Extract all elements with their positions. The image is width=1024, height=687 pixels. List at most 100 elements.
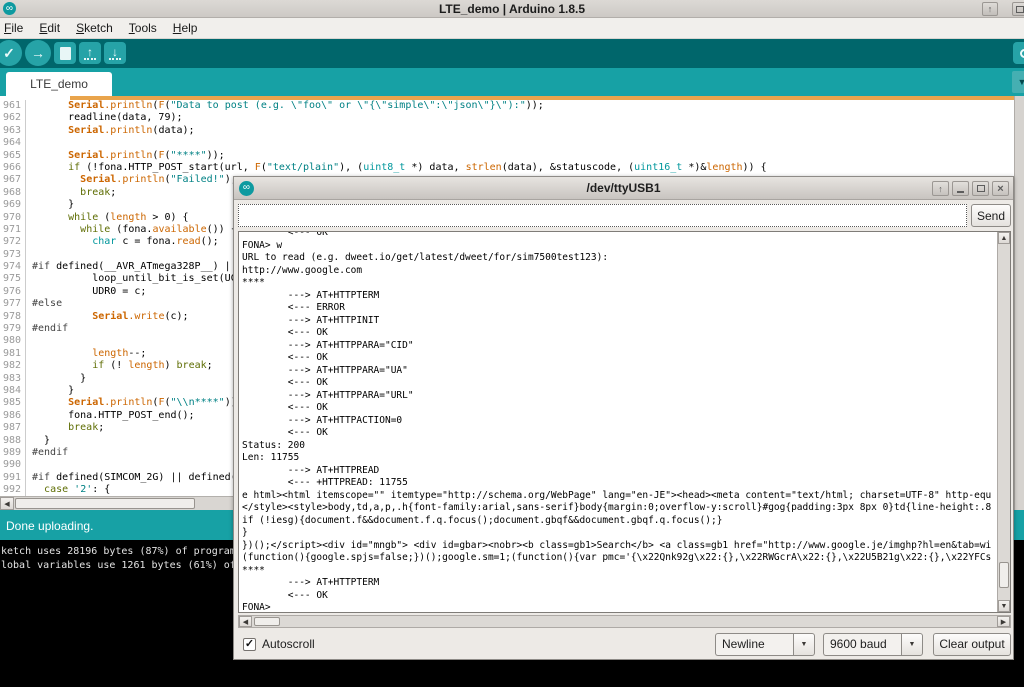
verify-button[interactable]: ✓ (0, 40, 22, 66)
shade-icon: ↑ (938, 183, 943, 194)
line-number: 973 (0, 248, 26, 262)
serial-monitor-button[interactable] (1013, 42, 1024, 64)
line-number: 971 (0, 223, 26, 237)
line-number: 974 (0, 261, 26, 274)
chevron-down-icon[interactable]: ▼ (793, 632, 815, 656)
shade-window-button[interactable]: ↑ (932, 181, 949, 196)
line-number: 988 (0, 434, 26, 447)
tab-menu-button[interactable]: ▼ (1012, 71, 1024, 93)
down-arrow-icon: ↓ (112, 44, 118, 59)
maximize-window-button[interactable] (1012, 2, 1024, 16)
line-number: 963 (0, 124, 26, 138)
tray-icon (109, 57, 121, 60)
scroll-left-arrow-icon[interactable]: ◀ (239, 616, 252, 627)
tabbar: LTE_demo ▼ (0, 68, 1024, 96)
code-line[interactable]: 964 (0, 137, 1014, 150)
line-number: 990 (0, 459, 26, 472)
line-number: 978 (0, 310, 26, 324)
line-code: if (! length) break; (92, 360, 213, 372)
toolbar: ✓ → ↑ ↓ (0, 39, 1024, 68)
code-line[interactable]: 966 if (!fona.HTTP_POST_start(url, F("te… (0, 161, 1014, 175)
clear-output-button[interactable]: Clear output (933, 632, 1011, 656)
line-number: 981 (0, 347, 26, 361)
baud-rate-dropdown[interactable]: 9600 baud ▼ (823, 632, 923, 656)
scroll-left-arrow-icon[interactable]: ◀ (0, 497, 14, 510)
right-arrow-icon: → (31, 45, 45, 61)
autoscroll-label: Autoscroll (262, 637, 315, 651)
editor-vertical-scrollbar[interactable] (1014, 96, 1024, 510)
window-title: LTE_demo | Arduino 1.8.5 (438, 1, 586, 16)
line-code: UDR0 = c; (32, 285, 147, 297)
chevron-down-icon: ▼ (1017, 77, 1024, 87)
scroll-up-arrow-icon[interactable]: ▲ (998, 232, 1010, 244)
scroll-right-arrow-icon[interactable]: ▶ (997, 616, 1010, 627)
line-ending-dropdown[interactable]: Newline ▼ (715, 632, 815, 656)
send-button[interactable]: Send (971, 204, 1011, 227)
line-code: Serial.write(c); (92, 310, 189, 322)
line-number: 985 (0, 397, 26, 410)
line-code: Serial.println(F("\\n****")); (68, 397, 243, 409)
shade-window-button[interactable]: ↑ (982, 2, 998, 16)
line-number: 975 (0, 273, 26, 286)
maximize-icon (976, 185, 985, 192)
scroll-down-arrow-icon[interactable]: ▼ (998, 600, 1010, 612)
chevron-down-icon[interactable]: ▼ (901, 632, 923, 656)
line-code: length--; (92, 347, 147, 359)
code-line[interactable]: 963 Serial.println(data); (0, 124, 1014, 138)
serial-send-input[interactable] (238, 204, 967, 227)
autoscroll-checkbox[interactable]: ✓ (243, 637, 256, 651)
menu-item-file[interactable]: File (0, 19, 31, 37)
minimize-window-button[interactable] (952, 181, 969, 196)
serial-horizontal-scrollbar[interactable]: ◀ ▶ (238, 615, 1011, 628)
serial-window-title: /dev/ttyUSB1 (586, 181, 661, 195)
serial-output-area[interactable]: <--- OK FONA> w URL to read (e.g. dweet.… (238, 231, 1011, 613)
main-titlebar: ∞ LTE_demo | Arduino 1.8.5 ↑ (0, 0, 1024, 18)
line-number: 961 (0, 100, 26, 113)
menu-item-help[interactable]: Help (165, 19, 206, 37)
save-sketch-button[interactable]: ↓ (104, 42, 126, 64)
line-code: } (32, 434, 51, 446)
line-number: 977 (0, 298, 26, 311)
line-code: Serial.println(F("****")); (68, 149, 225, 161)
scrollbar-thumb[interactable] (15, 498, 195, 509)
serial-output-text: <--- OK FONA> w URL to read (e.g. dweet.… (242, 231, 992, 613)
serial-vertical-scrollbar[interactable]: ▲ ▼ (997, 232, 1010, 612)
line-code: break; (68, 422, 105, 434)
line-code: } (32, 384, 75, 396)
line-number: 979 (0, 323, 26, 336)
menu-item-edit[interactable]: Edit (31, 19, 68, 37)
line-code: Serial.println("Failed!"); (80, 174, 237, 186)
code-line[interactable]: 965 Serial.println(F("****")); (0, 149, 1014, 162)
open-sketch-button[interactable]: ↑ (79, 42, 101, 64)
check-icon: ✓ (3, 44, 15, 61)
tab-lte-demo[interactable]: LTE_demo (6, 72, 112, 96)
line-code: break; (80, 186, 117, 198)
status-message: Done uploading. (6, 519, 94, 533)
line-number: 967 (0, 174, 26, 187)
line-code: char c = fona.read(); (92, 236, 219, 248)
line-number: 964 (0, 137, 26, 150)
serial-titlebar[interactable]: ∞ /dev/ttyUSB1 ↑ × (234, 177, 1013, 200)
line-code: #endif (32, 323, 69, 335)
scrollbar-thumb[interactable] (254, 617, 280, 626)
close-window-button[interactable]: × (992, 181, 1009, 196)
code-line[interactable]: 961 Serial.println(F("Data to post (e.g.… (0, 100, 1014, 113)
maximize-window-button[interactable] (972, 181, 989, 196)
line-code: case '2': { (44, 484, 111, 496)
line-number: 984 (0, 384, 26, 398)
menu-item-sketch[interactable]: Sketch (68, 19, 121, 37)
line-code: readline(data, 79); (32, 112, 183, 124)
close-icon: × (997, 182, 1004, 195)
menu-item-tools[interactable]: Tools (121, 19, 165, 37)
line-code: if (!fona.HTTP_POST_start(url, F("text/p… (68, 161, 767, 173)
scrollbar-thumb[interactable] (999, 562, 1009, 588)
line-code: Serial.println(data); (68, 124, 195, 136)
new-sketch-button[interactable] (54, 42, 76, 64)
upload-button[interactable]: → (25, 40, 51, 66)
line-number: 972 (0, 236, 26, 249)
line-number: 983 (0, 372, 26, 385)
code-line[interactable]: 962 readline(data, 79); (0, 112, 1014, 125)
line-code: Serial.println(F("Data to post (e.g. \"f… (68, 100, 544, 111)
